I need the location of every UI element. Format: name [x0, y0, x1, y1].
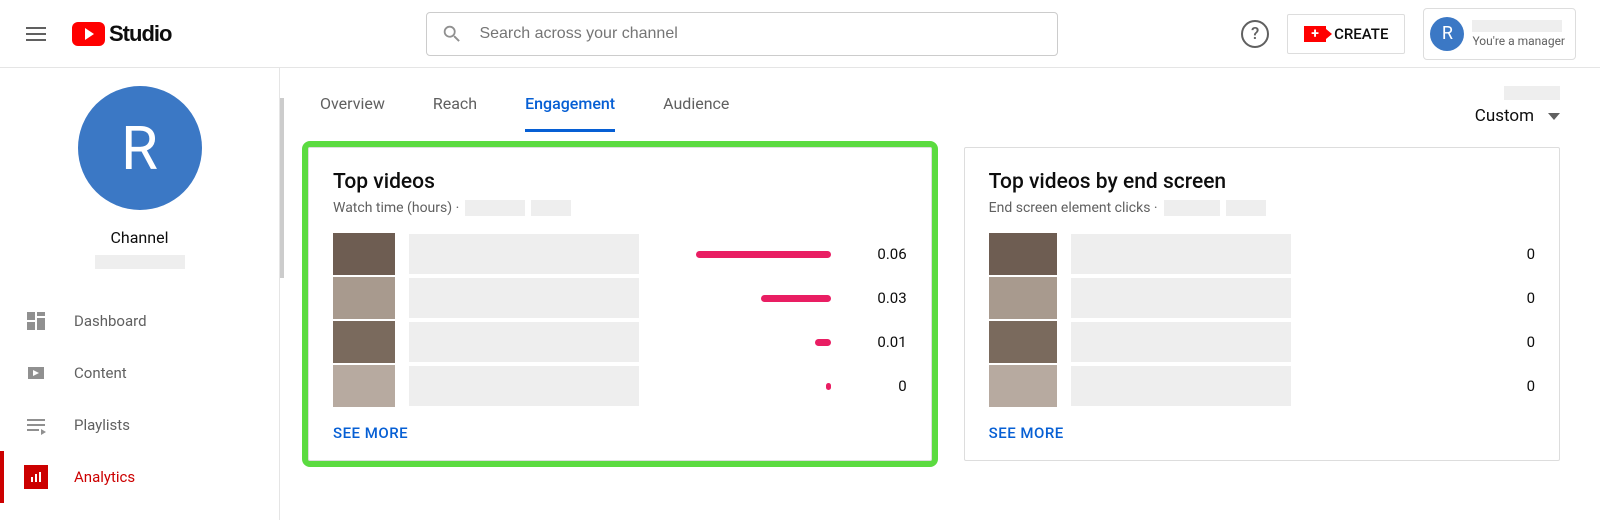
end-screen-clicks-value: 0 [1485, 333, 1535, 351]
tab-overview[interactable]: Overview [320, 94, 385, 132]
redacted-text [409, 234, 639, 274]
redacted-text [1071, 366, 1291, 406]
account-chip[interactable]: R You're a manager [1423, 8, 1576, 60]
redacted-text [531, 200, 571, 216]
search-input[interactable] [477, 24, 1043, 44]
create-label: CREATE [1334, 25, 1388, 43]
chevron-down-icon[interactable] [1548, 113, 1560, 120]
card-title: Top videos by end screen [989, 170, 1535, 194]
redacted-text [1071, 234, 1291, 274]
tab-engagement[interactable]: Engagement [525, 94, 615, 132]
redacted-text [409, 278, 639, 318]
tab-reach[interactable]: Reach [433, 94, 477, 132]
sidebar-item-label: Analytics [74, 468, 135, 486]
create-button[interactable]: + CREATE [1287, 14, 1405, 54]
header: Studio ? + CREATE R You're a manager [0, 0, 1600, 68]
content-icon [24, 361, 48, 385]
redacted-text [1472, 20, 1562, 32]
redacted-text [409, 322, 639, 362]
sidebar-item-analytics[interactable]: Analytics [0, 451, 279, 503]
video-thumbnail [333, 277, 395, 319]
redacted-text [465, 200, 525, 216]
help-icon[interactable]: ? [1241, 20, 1269, 48]
table-row[interactable]: 0 [989, 232, 1535, 276]
manager-text: You're a manager [1472, 34, 1565, 48]
menu-icon[interactable] [24, 22, 48, 46]
watch-time-value: 0.03 [857, 289, 907, 307]
redacted-text [95, 255, 185, 269]
sidebar-item-label: Dashboard [74, 312, 147, 330]
sidebar-item-label: Content [74, 364, 127, 382]
see-more-link[interactable]: SEE MORE [989, 424, 1535, 442]
channel-avatar[interactable]: R [78, 86, 202, 210]
bar-segment [826, 383, 831, 390]
video-thumbnail [989, 365, 1057, 407]
card-top-videos-end-screen: Top videos by end screen End screen elem… [964, 147, 1560, 461]
table-row[interactable]: 0.03 [333, 276, 907, 320]
end-screen-clicks-value: 0 [1485, 377, 1535, 395]
search-box[interactable] [426, 12, 1058, 56]
watch-time-value: 0.06 [857, 245, 907, 263]
sidebar-item-content[interactable]: Content [0, 347, 279, 399]
end-screen-clicks-value: 0 [1485, 289, 1535, 307]
end-screen-clicks-value: 0 [1485, 245, 1535, 263]
channel-block: R Channel [0, 82, 279, 269]
scroll-indicator[interactable] [280, 98, 284, 278]
video-thumbnail [333, 321, 395, 363]
search-icon [441, 23, 463, 45]
logo[interactable]: Studio [72, 21, 171, 47]
camera-plus-icon: + [1304, 26, 1326, 42]
table-row[interactable]: 0 [333, 364, 907, 408]
redacted-text [1504, 86, 1560, 100]
table-row[interactable]: 0.01 [333, 320, 907, 364]
dashboard-icon [24, 309, 48, 333]
main: Overview Reach Engagement Audience Custo… [280, 68, 1600, 520]
sidebar-item-dashboard[interactable]: Dashboard [0, 295, 279, 347]
watch-time-value: 0.01 [857, 333, 907, 351]
card-subtitle: End screen element clicks · [989, 200, 1158, 216]
tabs: Overview Reach Engagement Audience [280, 68, 1600, 133]
playlists-icon [24, 413, 48, 437]
nav: Dashboard Content Playlists Analytics [0, 295, 279, 503]
video-thumbnail [989, 277, 1057, 319]
table-row[interactable]: 0 [989, 276, 1535, 320]
bar-segment [696, 251, 831, 258]
redacted-text [1164, 200, 1220, 216]
sidebar-item-playlists[interactable]: Playlists [0, 399, 279, 451]
redacted-text [409, 366, 639, 406]
redacted-text [1071, 278, 1291, 318]
redacted-text [1226, 200, 1266, 216]
see-more-link[interactable]: SEE MORE [333, 424, 907, 442]
card-top-videos: Top videos Watch time (hours) · 0.06 [308, 147, 932, 461]
table-row[interactable]: 0.06 [333, 232, 907, 276]
bar-segment [761, 295, 831, 302]
video-thumbnail [333, 233, 395, 275]
video-thumbnail [989, 233, 1057, 275]
bar-segment [815, 339, 831, 346]
table-row[interactable]: 0 [989, 364, 1535, 408]
watch-time-value: 0 [857, 377, 907, 395]
video-thumbnail [333, 365, 395, 407]
sidebar: R Channel Dashboard Content Playlists An… [0, 68, 280, 520]
period-label: Custom [1475, 106, 1534, 126]
analytics-icon [24, 465, 48, 489]
sidebar-item-label: Playlists [74, 416, 130, 434]
redacted-text [1071, 322, 1291, 362]
logo-text: Studio [109, 21, 171, 47]
video-thumbnail [989, 321, 1057, 363]
date-range-picker[interactable]: Custom [1475, 86, 1560, 126]
tab-audience[interactable]: Audience [663, 94, 729, 132]
card-subtitle: Watch time (hours) · [333, 200, 459, 216]
avatar: R [1430, 17, 1464, 51]
channel-label: Channel [111, 228, 169, 247]
table-row[interactable]: 0 [989, 320, 1535, 364]
card-title: Top videos [333, 170, 907, 194]
youtube-play-icon [72, 22, 105, 46]
